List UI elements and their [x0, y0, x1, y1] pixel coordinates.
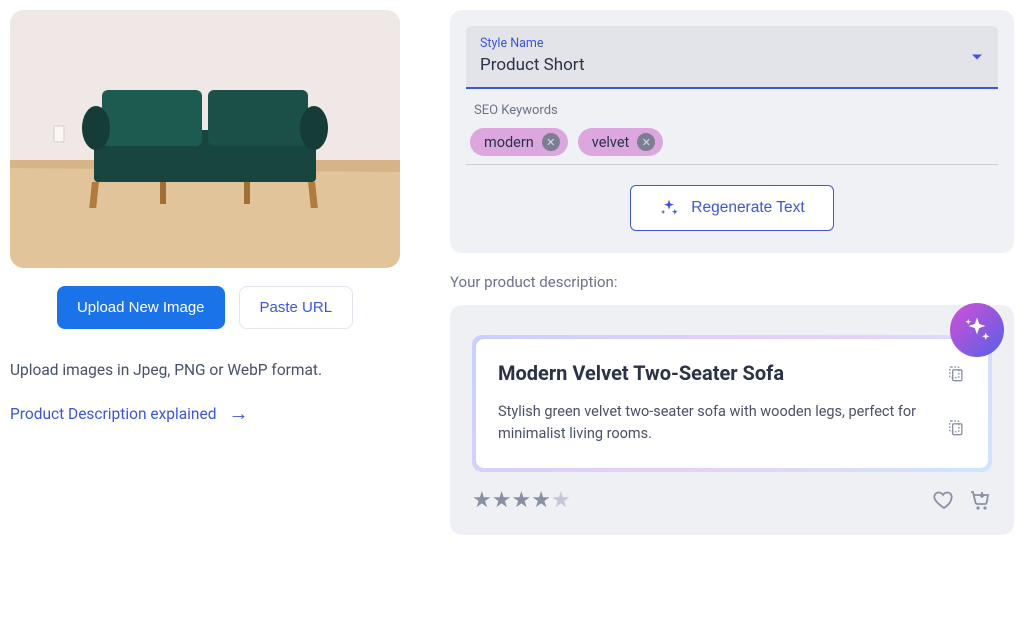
result-section-label: Your product description:: [450, 273, 1014, 291]
explain-link[interactable]: Product Description explained →: [10, 401, 400, 426]
copy-body-icon[interactable]: [946, 417, 966, 439]
keyword-chip-label: velvet: [592, 134, 630, 151]
heart-icon[interactable]: [932, 488, 956, 512]
ai-sparkle-badge: [950, 303, 1004, 357]
remove-chip-icon[interactable]: ✕: [637, 133, 655, 151]
star-icon[interactable]: ★: [492, 488, 512, 513]
keyword-chip[interactable]: velvet ✕: [578, 128, 664, 156]
keywords-chips: modern ✕ velvet ✕: [470, 128, 994, 156]
result-body: Stylish green velvet two-seater sofa wit…: [498, 401, 918, 446]
arrow-right-icon: →: [228, 401, 248, 426]
paste-url-button[interactable]: Paste URL: [239, 286, 354, 329]
product-image-preview: [10, 10, 400, 268]
star-icon[interactable]: ★: [472, 488, 492, 513]
star-icon[interactable]: ★: [531, 488, 551, 513]
remove-chip-icon[interactable]: ✕: [542, 133, 560, 151]
upload-help-text: Upload images in Jpeg, PNG or WebP forma…: [10, 361, 400, 379]
keywords-label: SEO Keywords: [470, 103, 994, 118]
regenerate-button[interactable]: Regenerate Text: [630, 185, 833, 231]
keyword-chip[interactable]: modern ✕: [470, 128, 568, 156]
style-select[interactable]: Style Name Product Short: [466, 26, 998, 89]
cart-icon[interactable]: [968, 488, 992, 512]
keyword-chip-label: modern: [484, 134, 534, 151]
star-icon[interactable]: ★: [511, 488, 531, 513]
rating-stars[interactable]: ★★★★★: [472, 488, 571, 513]
star-icon[interactable]: ★: [551, 488, 571, 513]
chevron-down-icon: [972, 54, 982, 59]
result-panel: Modern Velvet Two-Seater Sofa Stylish gr…: [450, 305, 1014, 535]
explain-link-label: Product Description explained: [10, 405, 216, 423]
result-title: Modern Velvet Two-Seater Sofa: [498, 361, 918, 385]
upload-image-button[interactable]: Upload New Image: [57, 286, 225, 329]
style-select-value: Product Short: [480, 55, 984, 75]
sparkle-icon: [659, 198, 679, 218]
copy-title-icon[interactable]: [946, 363, 966, 385]
config-panel: Style Name Product Short SEO Keywords mo…: [450, 10, 1014, 253]
style-select-label: Style Name: [480, 36, 984, 51]
regenerate-button-label: Regenerate Text: [691, 199, 804, 217]
sparkle-icon: [962, 315, 992, 345]
